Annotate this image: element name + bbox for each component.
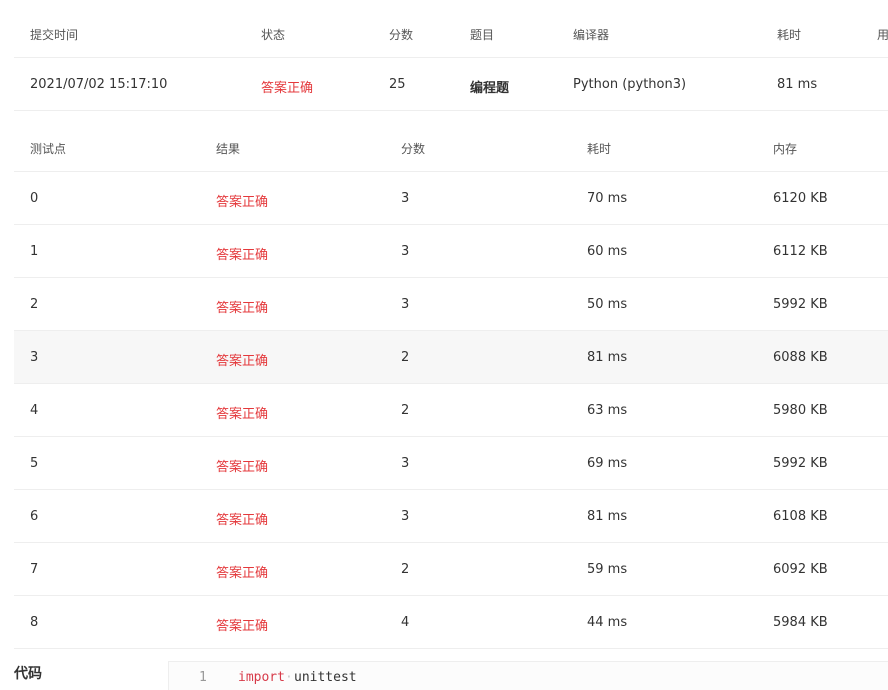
testcase-id: 3	[30, 350, 39, 365]
testcase-time: 69 ms	[587, 456, 628, 471]
table-row: 4 答案正确 2 63 ms 5980 KB	[14, 384, 888, 437]
testcase-time: 59 ms	[587, 562, 628, 577]
header-result: 结果	[216, 142, 241, 156]
table-row: 3 答案正确 2 81 ms 6088 KB	[14, 331, 888, 384]
testcase-memory: 5984 KB	[773, 615, 828, 630]
testcase-id: 4	[30, 403, 39, 418]
testcase-result: 答案正确	[216, 407, 269, 422]
testcase-id: 2	[30, 297, 39, 312]
code-module: unittest	[294, 670, 357, 685]
table-row: 5 答案正确 3 69 ms 5992 KB	[14, 437, 888, 490]
status-text: 答案正确	[261, 81, 314, 96]
testcase-score: 4	[401, 615, 410, 630]
testcase-body: 0 答案正确 3 70 ms 6120 KB 1 答案正确 3 60 ms 6112 KB 2 答案正…	[14, 172, 888, 649]
testcase-time: 63 ms	[587, 403, 628, 418]
submission-row: 2021/07/02 15:17:10 答案正确 25 编程题 Python (…	[14, 58, 888, 111]
table-row: 0 答案正确 3 70 ms 6120 KB	[14, 172, 888, 225]
testcase-score: 2	[401, 403, 410, 418]
submit-time: 2021/07/02 15:17:10	[30, 77, 168, 92]
testcase-memory: 5980 KB	[773, 403, 828, 418]
header-tc-score: 分数	[401, 142, 426, 156]
table-row: 8 答案正确 4 44 ms 5984 KB	[14, 596, 888, 649]
header-problem: 题目	[470, 28, 495, 42]
testcase-time: 81 ms	[587, 509, 628, 524]
header-score: 分数	[389, 28, 414, 42]
code-editor[interactable]: 1 import · unittest	[168, 661, 888, 690]
header-testcase: 测试点	[30, 142, 67, 156]
testcase-result: 答案正确	[216, 301, 269, 316]
submission-table: 提交时间 状态 分数 题目 编译器 耗时 用 2021/07/02 15:17:…	[14, 0, 888, 111]
line-number: 1	[199, 670, 207, 685]
table-row: 7 答案正确 2 59 ms 6092 KB	[14, 543, 888, 596]
testcase-time: 60 ms	[587, 244, 628, 259]
header-compiler: 编译器	[573, 28, 610, 42]
testcase-result: 答案正确	[216, 513, 269, 528]
testcase-time: 50 ms	[587, 297, 628, 312]
testcase-score: 3	[401, 297, 410, 312]
table-row: 2 答案正确 3 50 ms 5992 KB	[14, 278, 888, 331]
header-tc-time: 耗时	[587, 142, 612, 156]
testcase-id: 1	[30, 244, 39, 259]
code-label: 代码	[14, 666, 42, 682]
testcase-time: 44 ms	[587, 615, 628, 630]
testcase-memory: 6112 KB	[773, 244, 828, 259]
testcase-memory: 6092 KB	[773, 562, 828, 577]
code-keyword: import	[238, 670, 285, 685]
testcase-memory: 5992 KB	[773, 456, 828, 471]
testcase-result: 答案正确	[216, 354, 269, 369]
score-value: 25	[389, 77, 406, 92]
submission-header-row: 提交时间 状态 分数 题目 编译器 耗时 用	[14, 0, 888, 58]
testcase-memory: 6088 KB	[773, 350, 828, 365]
elapsed-value: 81 ms	[777, 77, 818, 92]
testcase-id: 6	[30, 509, 39, 524]
table-row: 1 答案正确 3 60 ms 6112 KB	[14, 225, 888, 278]
testcase-memory: 6108 KB	[773, 509, 828, 524]
testcase-table: 测试点 结果 分数 耗时 内存 0 答案正确 3 70 ms 6120 KB 1 答案正确 3…	[14, 119, 888, 649]
testcase-score: 3	[401, 191, 410, 206]
testcase-id: 8	[30, 615, 39, 630]
testcase-score: 2	[401, 350, 410, 365]
whitespace-marker: ·	[285, 670, 293, 685]
testcase-id: 0	[30, 191, 39, 206]
testcase-score: 3	[401, 509, 410, 524]
header-status: 状态	[261, 28, 286, 42]
testcase-memory: 5992 KB	[773, 297, 828, 312]
testcase-result: 答案正确	[216, 619, 269, 634]
table-row: 6 答案正确 3 81 ms 6108 KB	[14, 490, 888, 543]
header-submit-time: 提交时间	[30, 28, 79, 42]
testcase-header-row: 测试点 结果 分数 耗时 内存	[14, 119, 888, 172]
header-memory-truncated: 用	[877, 28, 888, 42]
testcase-id: 7	[30, 562, 39, 577]
testcase-result: 答案正确	[216, 248, 269, 263]
header-elapsed: 耗时	[777, 28, 802, 42]
compiler-value: Python (python3)	[573, 77, 687, 92]
testcase-result: 答案正确	[216, 195, 269, 210]
testcase-result: 答案正确	[216, 460, 269, 475]
header-tc-memory: 内存	[773, 142, 798, 156]
testcase-time: 70 ms	[587, 191, 628, 206]
testcase-score: 2	[401, 562, 410, 577]
testcase-score: 3	[401, 456, 410, 471]
testcase-time: 81 ms	[587, 350, 628, 365]
testcase-score: 3	[401, 244, 410, 259]
problem-link[interactable]: 编程题	[470, 77, 509, 96]
testcase-memory: 6120 KB	[773, 191, 828, 206]
testcase-id: 5	[30, 456, 39, 471]
testcase-result: 答案正确	[216, 566, 269, 581]
